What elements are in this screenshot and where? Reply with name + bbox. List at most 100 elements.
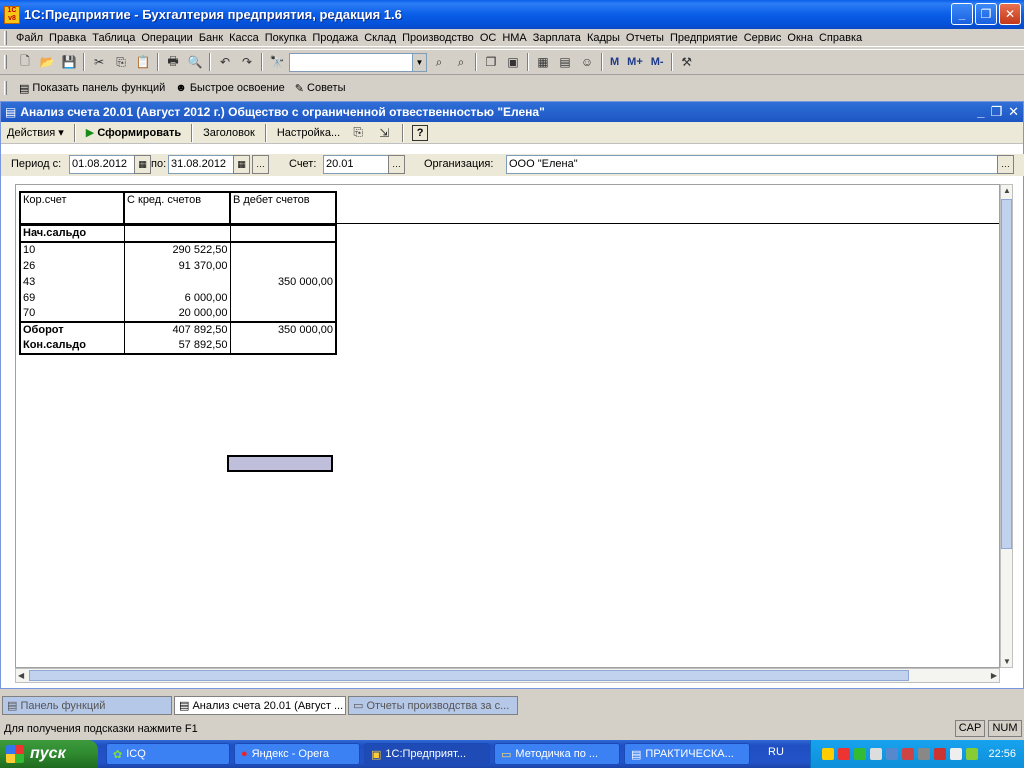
restore-settings-icon[interactable]: ⇲ [374,123,394,143]
task-opera[interactable]: ● Яндекс - Opera [234,743,360,765]
undo-icon[interactable]: ↶ [215,52,235,72]
quick-learn-button[interactable]: ☻ Быстрое освоение [171,82,289,94]
find-next-icon[interactable]: ⌕ [429,52,449,72]
tools-icon[interactable]: ⚒ [677,52,697,72]
scroll-right-icon[interactable]: ▶ [991,671,997,680]
account-select-button[interactable]: … [388,155,405,174]
print-preview-icon[interactable]: 🔍 [185,52,205,72]
redo-icon[interactable]: ↷ [237,52,257,72]
menu-purchase[interactable]: Покупка [262,32,310,44]
task-icq[interactable]: ✿ ICQ [106,743,230,765]
menu-warehouse[interactable]: Склад [361,32,399,44]
org-select-button[interactable]: … [997,155,1014,174]
find-icon[interactable]: 🔭 [267,52,287,72]
show-function-panel-button[interactable]: ▤ Показать панель функций [15,82,169,95]
horizontal-scrollbar[interactable]: ◀ ▶ [15,668,1000,683]
task-word[interactable]: ▤ ПРАКТИЧЕСКА... [624,743,750,765]
generate-button[interactable]: ▶ Сформировать [84,126,183,139]
tray-icon[interactable] [886,748,899,760]
menu-help[interactable]: Справка [816,32,865,44]
menu-fixed-assets[interactable]: ОС [477,32,500,44]
print-icon[interactable]: 🖶 [163,52,183,72]
header-button[interactable]: Заголовок [201,127,257,139]
speaker-icon[interactable] [950,748,963,760]
copy-settings-icon[interactable]: ⎘ [348,123,368,143]
open-icon[interactable]: 📂 [37,52,57,72]
menu-file[interactable]: Файл [13,32,46,44]
chevron-down-icon[interactable]: ▼ [412,53,426,71]
task-1c[interactable]: ▣ 1С:Предприят... [364,743,490,765]
scroll-up-icon[interactable]: ▲ [1003,186,1011,195]
settings-button[interactable]: Настройка... [275,127,342,139]
period-from-field[interactable]: 01.08.2012 [69,155,135,174]
memory-plus-button[interactable]: M+ [624,56,646,68]
org-field[interactable]: ООО "Елена" [506,155,998,174]
vertical-scroll-thumb[interactable] [1001,199,1012,549]
horizontal-scroll-thumb[interactable] [29,670,909,681]
selected-cell[interactable] [227,455,333,472]
menu-bank[interactable]: Банк [196,32,226,44]
copy-icon[interactable]: ⎘ [111,52,131,72]
menu-production[interactable]: Производство [399,32,477,44]
search-combo[interactable]: ▼ [289,52,427,72]
menu-reports[interactable]: Отчеты [623,32,667,44]
user-icon[interactable]: ☺ [577,52,597,72]
doc-close-button[interactable]: ✕ [1008,104,1019,120]
calendar-to-icon[interactable]: ▦ [233,155,250,174]
calculator-icon[interactable]: ▦ [533,52,553,72]
menu-salary[interactable]: Зарплата [530,32,584,44]
menu-service[interactable]: Сервис [741,32,785,44]
menu-operations[interactable]: Операции [138,32,195,44]
new-document-icon[interactable]: 🗋 [15,52,35,72]
tab-function-panel[interactable]: ▤ Панель функций [2,696,172,715]
scroll-down-icon[interactable]: ▼ [1003,657,1011,666]
menu-table[interactable]: Таблица [89,32,138,44]
tray-icon[interactable] [918,748,931,760]
tray-icon[interactable] [838,748,851,760]
menu-intangibles[interactable]: НМА [499,32,529,44]
start-button[interactable]: пуск [0,740,98,768]
account-field[interactable]: 20.01 [323,155,389,174]
tray-icon[interactable] [822,748,835,760]
vertical-scrollbar[interactable]: ▲ ▼ [1000,184,1013,668]
app-1c-icon[interactable]: ▣ [503,52,523,72]
report-spreadsheet[interactable]: Кор.счет С кред. счетов В дебет счетов Н… [15,184,1000,668]
tab-account-analysis[interactable]: ▤ Анализ счета 20.01 (Август ... [174,696,346,715]
calendar-icon[interactable]: ▤ [555,52,575,72]
menu-windows[interactable]: Окна [784,32,816,44]
tray-icon[interactable] [854,748,867,760]
doc-restore-button[interactable]: ❐ [990,104,1002,120]
calendar-from-icon[interactable]: ▦ [134,155,151,174]
menu-hr[interactable]: Кадры [584,32,623,44]
period-to-field[interactable]: 31.08.2012 [168,155,234,174]
help-icon[interactable]: ? [412,124,429,141]
paste-icon[interactable]: 📋 [133,52,153,72]
menu-cash[interactable]: Касса [226,32,262,44]
close-button[interactable]: ✕ [999,3,1021,25]
tray-icon[interactable] [870,748,883,760]
period-select-button[interactable]: … [252,155,269,174]
actions-menu-button[interactable]: Действия ▾ [5,126,66,139]
menu-enterprise[interactable]: Предприятие [667,32,741,44]
tray-icon[interactable] [966,748,979,760]
scroll-left-icon[interactable]: ◀ [18,671,24,680]
task-folder[interactable]: ▭ Методичка по ... [494,743,620,765]
tray-icon[interactable] [934,748,947,760]
language-indicator[interactable]: RU [768,746,784,758]
memory-minus-button[interactable]: M- [648,56,667,68]
menu-edit[interactable]: Правка [46,32,89,44]
minimize-button[interactable]: _ [951,3,973,25]
memory-button[interactable]: M [607,56,622,68]
restore-button[interactable]: ❐ [975,3,997,25]
cut-icon[interactable]: ✂ [89,52,109,72]
menu-sale[interactable]: Продажа [309,32,361,44]
windows-icon[interactable]: ❐ [481,52,501,72]
doc-minimize-button[interactable]: _ [977,104,984,120]
tray-icon[interactable] [902,748,915,760]
end-balance-row: Кон.сальдо 57 892,50 [19,338,337,355]
tips-button[interactable]: ✎ Советы [291,82,350,95]
main-toolbar: 🗋 📂 💾 ✂ ⎘ 📋 🖶 🔍 ↶ ↷ 🔭 ▼ ⌕ ⌕ ❐ ▣ ▦ ▤ ☺ M … [0,49,1024,75]
save-icon[interactable]: 💾 [59,52,79,72]
find-prev-icon[interactable]: ⌕ [451,52,471,72]
tab-production-reports[interactable]: ▭ Отчеты производства за с... [348,696,518,715]
